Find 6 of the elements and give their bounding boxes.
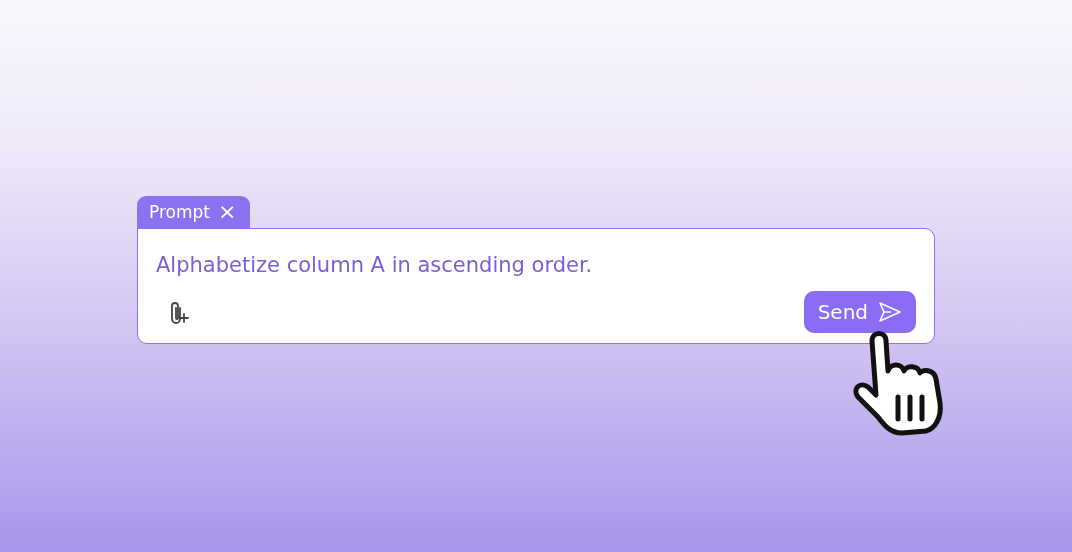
send-button[interactable]: Send: [803, 291, 916, 333]
send-icon: [878, 301, 902, 323]
prompt-input[interactable]: Alphabetize column A in ascending order.: [156, 253, 916, 277]
tab-label: Prompt: [149, 202, 210, 222]
close-button[interactable]: ×: [218, 201, 237, 223]
prompt-tab[interactable]: Prompt ×: [137, 196, 251, 228]
